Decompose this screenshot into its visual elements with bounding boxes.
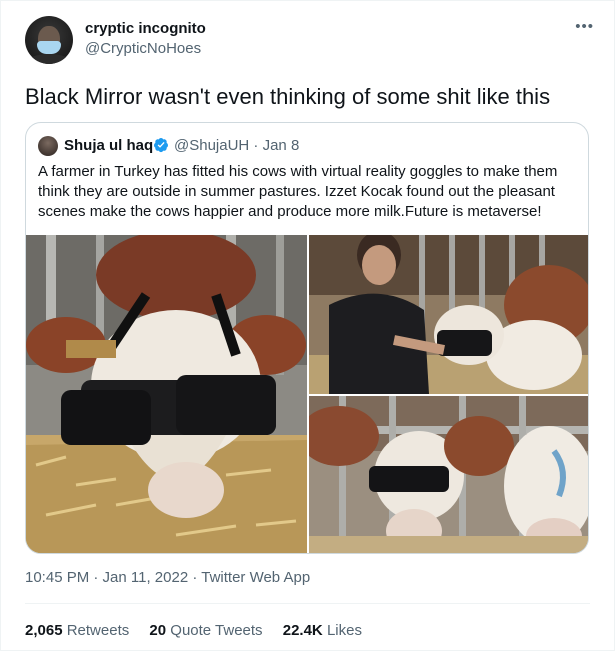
author-display-name[interactable]: cryptic incognito — [85, 20, 206, 37]
retweets-label: Retweets — [66, 622, 130, 639]
likes-stat[interactable]: 22.4K Likes — [283, 622, 362, 639]
tweet-text: Black Mirror wasn't even thinking of som… — [25, 84, 551, 109]
quote-tweets-stat[interactable]: 20 Quote Tweets — [149, 622, 262, 639]
timestamp[interactable]: 10:45 PM · Jan 11, 2022 · — [25, 569, 201, 586]
avatar[interactable] — [25, 16, 73, 64]
quoted-handle-date: @ShujaUH · Jan 8 — [174, 137, 300, 154]
engagement-stats: 2,065 Retweets 20 Quote Tweets 22.4K Lik… — [25, 622, 378, 639]
quoted-tweet-header: Shuja ul haq @ShujaUH · Jan 8 — [38, 135, 558, 157]
likes-label: Likes — [326, 622, 362, 639]
quoted-avatar — [38, 136, 58, 156]
quoted-tweet[interactable]: Shuja ul haq @ShujaUH · Jan 8 A farmer i… — [25, 122, 589, 554]
quote-tweets-label: Quote Tweets — [170, 622, 263, 639]
tweet-meta: 10:45 PM · Jan 11, 2022 · Twitter Web Ap… — [25, 569, 310, 586]
tweet-header: cryptic incognito @CrypticNoHoes ••• — [25, 16, 598, 66]
retweets-stat[interactable]: 2,065 Retweets — [25, 622, 129, 639]
photo-cows-with-headsets[interactable] — [309, 396, 589, 554]
retweets-count: 2,065 — [25, 622, 63, 639]
quoted-tweet-text: A farmer in Turkey has fitted his cows w… — [38, 163, 558, 220]
more-options-icon[interactable]: ••• — [575, 18, 594, 35]
media-grid — [26, 235, 589, 554]
verified-badge-icon — [154, 138, 168, 153]
likes-count: 22.4K — [282, 622, 323, 639]
quote-tweets-count: 20 — [149, 622, 167, 639]
divider — [25, 603, 590, 604]
quoted-display-name: Shuja ul haq — [64, 137, 154, 154]
author-handle[interactable]: @CrypticNoHoes — [85, 40, 201, 57]
photo-cow-vr-headset[interactable] — [26, 235, 307, 554]
source-app[interactable]: Twitter Web App — [201, 569, 310, 586]
photo-farmer-with-cow[interactable] — [309, 235, 589, 394]
tweet: cryptic incognito @CrypticNoHoes ••• Bla… — [0, 0, 615, 651]
